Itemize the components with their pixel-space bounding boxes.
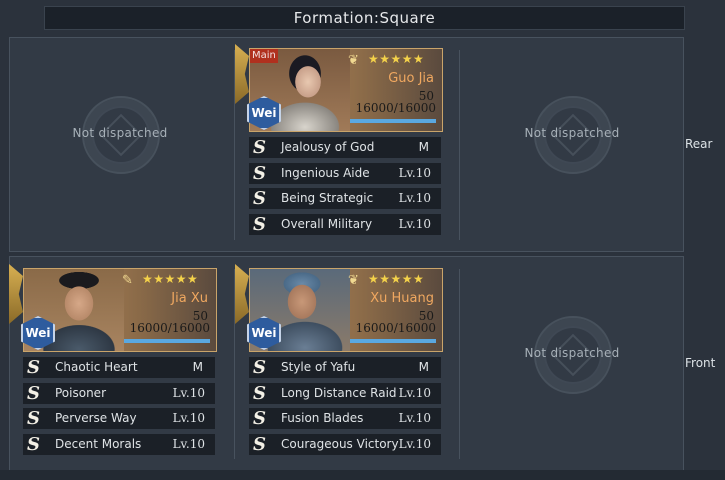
skill-row[interactable]: S Long Distance Raid Lv.10 (249, 382, 441, 404)
skill-row[interactable]: S Ingenious Aide Lv.10 (249, 162, 441, 184)
skill-icon: S (27, 382, 40, 404)
skill-icon: S (27, 408, 40, 430)
slot-divider (234, 269, 235, 459)
skill-level: Lv.10 (172, 437, 205, 452)
skill-icon: S (253, 434, 266, 456)
skill-name: Chaotic Heart (55, 360, 138, 374)
skill-level: Lv.10 (172, 385, 205, 400)
skill-level: Lv.10 (172, 411, 205, 426)
skill-name: Courageous Victory (281, 437, 399, 452)
wing-icon: ❦ (348, 53, 359, 68)
skill-icon: S (27, 434, 40, 456)
skill-level: Lv.10 (398, 165, 431, 180)
empty-slot-label: Not dispatched (524, 126, 620, 140)
skill-level: M (418, 140, 429, 154)
troop-bar (350, 119, 436, 123)
empty-slot-front-right[interactable]: Not dispatched (472, 310, 672, 400)
skill-name: Being Strategic (281, 191, 374, 206)
skill-icon: S (253, 357, 266, 378)
skill-list: S Chaotic Heart M S Poisoner Lv.10 S Perverse… (23, 357, 215, 460)
skill-icon: S (253, 382, 266, 404)
slot-divider (234, 50, 235, 240)
empty-slot-label: Not dispatched (524, 346, 620, 360)
slot-divider (459, 50, 460, 240)
wing-icon: ❦ (348, 273, 359, 288)
general-troops: 16000/16000 (129, 321, 210, 335)
skill-name: Ingenious Aide (281, 165, 370, 180)
skill-level: Lv.10 (398, 437, 431, 452)
skill-icon: S (27, 357, 40, 378)
wing-icon: ✎ (122, 273, 133, 288)
general-troops: 16000/16000 (355, 101, 436, 115)
skill-icon: S (253, 137, 266, 158)
slot-divider (459, 269, 460, 459)
troop-bar-fill (124, 339, 210, 343)
skill-name: Poisoner (55, 385, 106, 400)
empty-slot-rear-left[interactable]: Not dispatched (20, 90, 220, 180)
empty-slot-rear-right[interactable]: Not dispatched (472, 90, 672, 180)
skill-row[interactable]: S Chaotic Heart M (23, 357, 215, 378)
skill-list: S Jealousy of God M S Ingenious Aide Lv.10 S… (249, 137, 441, 240)
skill-level: Lv.10 (398, 411, 431, 426)
skill-level: M (192, 360, 203, 374)
bottom-strip (0, 470, 725, 480)
skill-list: S Style of Yafu M S Long Distance Raid Lv.10… (249, 357, 441, 460)
skill-level: Lv.10 (398, 191, 431, 206)
skill-row[interactable]: S Perverse Way Lv.10 (23, 408, 215, 430)
skill-name: Decent Morals (55, 437, 142, 452)
skill-row[interactable]: S Poisoner Lv.10 (23, 382, 215, 404)
skill-row[interactable]: S Style of Yafu M (249, 357, 441, 378)
row-label-rear: Rear (685, 137, 713, 151)
skill-icon: S (253, 162, 266, 184)
skill-level: Lv.10 (398, 385, 431, 400)
general-troops: 16000/16000 (355, 321, 436, 335)
empty-slot-label: Not dispatched (72, 126, 168, 140)
skill-icon: S (253, 188, 266, 210)
skill-level: Lv.10 (398, 217, 431, 232)
skill-level: M (418, 360, 429, 374)
skill-icon: S (253, 214, 266, 236)
skill-name: Perverse Way (55, 411, 137, 426)
skill-name: Long Distance Raid (281, 385, 397, 400)
star-rating: ★★★★★ (368, 272, 425, 286)
troop-bar (124, 339, 210, 343)
skill-row[interactable]: S Fusion Blades Lv.10 (249, 408, 441, 430)
skill-row[interactable]: S Courageous Victory Lv.10 (249, 434, 441, 456)
skill-row[interactable]: S Jealousy of God M (249, 137, 441, 158)
skill-row[interactable]: S Being Strategic Lv.10 (249, 188, 441, 210)
star-rating: ★★★★★ (368, 52, 425, 66)
main-general-tag: Main (250, 49, 278, 63)
troop-bar-fill (350, 339, 436, 343)
general-name: Jia Xu (171, 291, 208, 306)
troop-bar (350, 339, 436, 343)
skill-icon: S (253, 408, 266, 430)
formation-title: Formation:Square (44, 6, 685, 30)
skill-row[interactable]: S Overall Military Lv.10 (249, 214, 441, 236)
skill-name: Style of Yafu (281, 360, 356, 374)
troop-bar-fill (350, 119, 436, 123)
skill-row[interactable]: S Decent Morals Lv.10 (23, 434, 215, 456)
general-name: Guo Jia (388, 71, 434, 86)
general-name: Xu Huang (370, 291, 434, 306)
skill-name: Overall Military (281, 217, 373, 232)
star-rating: ★★★★★ (142, 272, 199, 286)
row-label-front: Front (685, 356, 716, 370)
skill-name: Fusion Blades (281, 411, 364, 426)
skill-name: Jealousy of God (281, 140, 375, 154)
